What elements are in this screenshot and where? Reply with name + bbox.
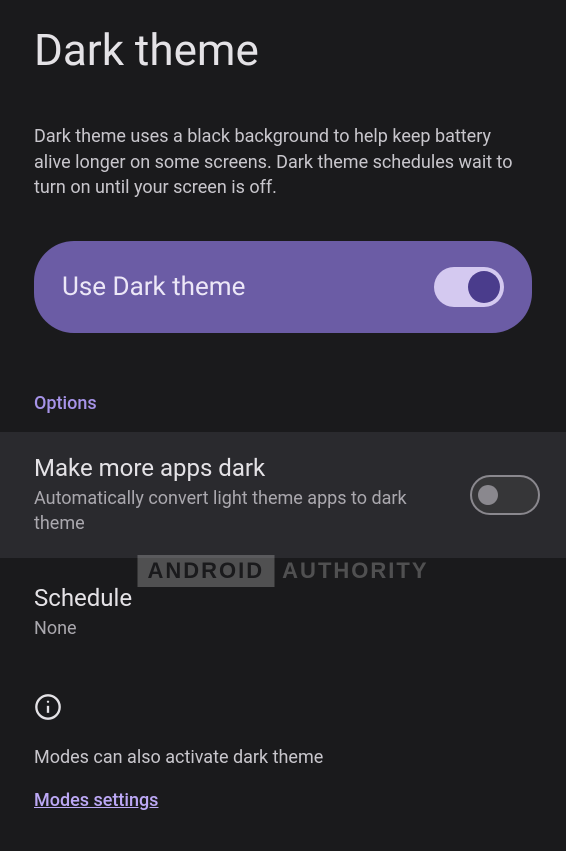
- make-more-apps-dark-title: Make more apps dark: [34, 454, 450, 482]
- page-description: Dark theme uses a black background to he…: [0, 76, 566, 201]
- use-dark-theme-switch[interactable]: [434, 267, 504, 307]
- modes-settings-link[interactable]: Modes settings: [34, 790, 158, 811]
- make-more-apps-dark-row[interactable]: Make more apps dark Automatically conver…: [0, 432, 566, 558]
- info-icon: [34, 693, 62, 721]
- switch-thumb: [478, 485, 498, 505]
- make-more-apps-dark-subtitle: Automatically convert light theme apps t…: [34, 486, 450, 536]
- make-more-apps-dark-switch[interactable]: [470, 475, 540, 515]
- use-dark-theme-row[interactable]: Use Dark theme: [34, 241, 532, 333]
- schedule-value: None: [34, 616, 532, 641]
- use-dark-theme-label: Use Dark theme: [62, 272, 245, 302]
- info-text: Modes can also activate dark theme: [34, 747, 532, 768]
- page-title: Dark theme: [0, 0, 566, 76]
- schedule-title: Schedule: [34, 584, 532, 612]
- info-section: Modes can also activate dark theme Modes…: [0, 641, 566, 811]
- switch-thumb: [468, 271, 500, 303]
- schedule-row[interactable]: Schedule None: [0, 558, 566, 641]
- options-section-header: Options: [0, 333, 566, 414]
